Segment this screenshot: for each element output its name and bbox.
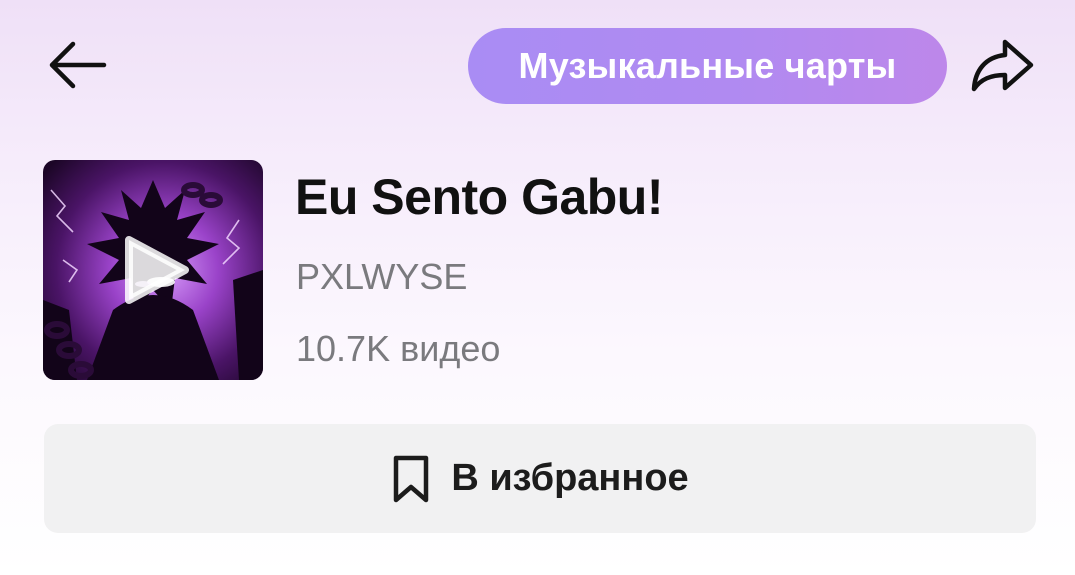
music-charts-button[interactable]: Музыкальные чарты [468, 28, 947, 104]
back-button[interactable] [44, 38, 110, 96]
song-title: Eu Sento Gabu! [295, 169, 664, 225]
bookmark-icon [391, 454, 431, 504]
share-button[interactable] [962, 34, 1042, 102]
add-to-favorites-button[interactable]: В избранное [44, 424, 1036, 533]
music-charts-label: Музыкальные чарты [518, 45, 897, 86]
song-cover[interactable] [43, 160, 263, 380]
favorites-label: В избранное [451, 457, 689, 499]
artist-name[interactable]: PXLWYSE [296, 256, 467, 298]
video-count: 10.7K видео [296, 328, 501, 369]
share-arrow-icon [969, 37, 1035, 100]
arrow-left-icon [46, 40, 108, 95]
